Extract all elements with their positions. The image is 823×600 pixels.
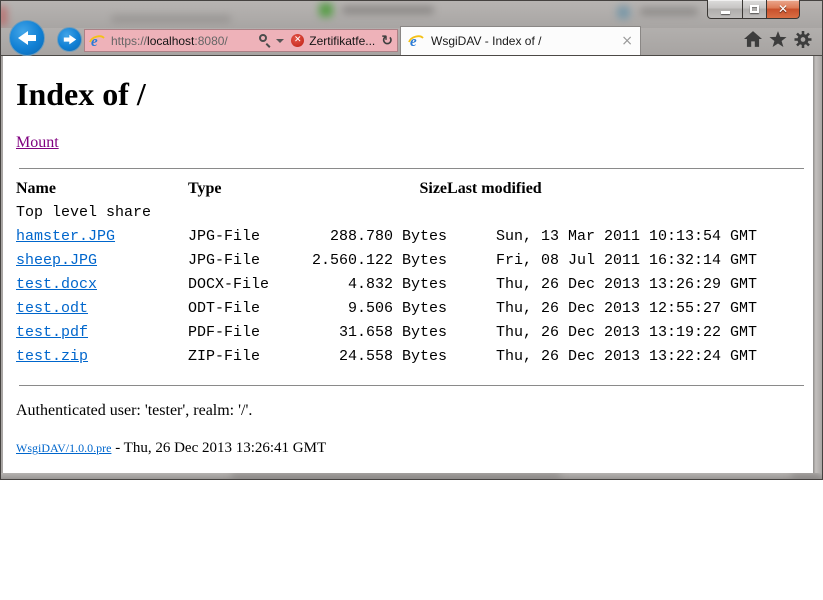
file-size: 2.560.122 Bytes xyxy=(312,249,447,273)
blurred-desktop-artifact xyxy=(617,6,630,19)
window-border-right xyxy=(813,56,823,473)
close-icon: ✕ xyxy=(778,3,788,15)
restore-icon xyxy=(750,5,759,13)
column-header-size: Size xyxy=(312,177,447,201)
page-title: Index of / xyxy=(16,76,807,113)
file-link[interactable]: test.odt xyxy=(16,300,88,317)
table-row: test.docx DOCX-File 4.832 Bytes Thu, 26 … xyxy=(16,273,757,297)
share-note: Top level share xyxy=(16,201,757,225)
file-type: ODT-File xyxy=(188,297,312,321)
file-type: ZIP-File xyxy=(188,345,312,369)
table-row: hamster.JPG JPG-File 288.780 Bytes Sun, … xyxy=(16,225,757,249)
wsgidav-server-link[interactable]: WsgiDAV/1.0.0.pre xyxy=(16,441,111,455)
divider xyxy=(19,168,804,169)
mount-line: Mount xyxy=(16,134,807,152)
browser-tab[interactable]: e WsgiDAV - Index of / × xyxy=(400,26,641,55)
certificate-error-label: Zertifikatfe... xyxy=(309,34,375,48)
ie-favicon: e xyxy=(408,33,424,49)
file-size: 24.558 Bytes xyxy=(312,345,447,369)
share-note-row: Top level share xyxy=(16,201,757,225)
close-button[interactable]: ✕ xyxy=(766,0,800,19)
file-link[interactable]: test.zip xyxy=(16,348,88,365)
tools-button[interactable] xyxy=(794,31,812,48)
authenticated-user-line: Authenticated user: 'tester', realm: '/'… xyxy=(16,402,807,420)
blurred-desktop-artifact xyxy=(791,473,821,480)
page-content: Index of / Mount Name Type Size Last mod… xyxy=(3,56,813,473)
file-modified: Sun, 13 Mar 2011 10:13:54 GMT xyxy=(447,225,757,249)
file-link[interactable]: test.pdf xyxy=(16,324,88,341)
directory-listing-table: Name Type Size Last modified Top level s… xyxy=(16,177,757,369)
file-modified: Thu, 26 Dec 2013 13:22:24 GMT xyxy=(447,345,757,369)
refresh-icon[interactable]: ↻ xyxy=(381,34,393,48)
blurred-desktop-artifact xyxy=(111,15,231,23)
blurred-desktop-artifact xyxy=(231,473,561,480)
file-link[interactable]: sheep.JPG xyxy=(16,252,97,269)
blurred-desktop-artifact xyxy=(640,8,698,15)
file-modified: Fri, 08 Jul 2011 16:32:14 GMT xyxy=(447,249,757,273)
window-titlebar xyxy=(0,0,823,28)
file-link[interactable]: test.docx xyxy=(16,276,97,293)
server-footer-line: WsgiDAV/1.0.0.pre - Thu, 26 Dec 2013 13:… xyxy=(16,440,807,457)
ie-favicon: e xyxy=(89,33,105,49)
footer-timestamp: - Thu, 26 Dec 2013 13:26:41 GMT xyxy=(111,440,326,456)
table-row: test.pdf PDF-File 31.658 Bytes Thu, 26 D… xyxy=(16,321,757,345)
file-link[interactable]: hamster.JPG xyxy=(16,228,115,245)
favorites-button[interactable] xyxy=(769,31,787,48)
back-arrow-icon xyxy=(17,30,37,46)
blurred-desktop-artifact xyxy=(319,3,333,17)
table-header-row: Name Type Size Last modified xyxy=(16,177,757,201)
table-row: sheep.JPG JPG-File 2.560.122 Bytes Fri, … xyxy=(16,249,757,273)
certificate-error-icon: ✕ xyxy=(291,34,304,47)
tab-title: WsgiDAV - Index of / xyxy=(431,34,621,48)
file-size: 4.832 Bytes xyxy=(312,273,447,297)
tab-close-icon[interactable]: × xyxy=(621,34,633,48)
column-header-type: Type xyxy=(188,177,312,201)
table-row: test.odt ODT-File 9.506 Bytes Thu, 26 De… xyxy=(16,297,757,321)
minimize-icon xyxy=(721,11,730,14)
forward-arrow-icon xyxy=(63,34,77,45)
blurred-desktop-artifact xyxy=(813,156,823,196)
minimize-button[interactable] xyxy=(707,0,743,19)
search-dropdown-icon[interactable] xyxy=(276,39,284,43)
certificate-error-button[interactable]: ✕ Zertifikatfe... xyxy=(291,34,375,48)
blurred-desktop-artifact xyxy=(0,6,7,26)
mount-link[interactable]: Mount xyxy=(16,134,59,151)
file-size: 288.780 Bytes xyxy=(312,225,447,249)
file-modified: Thu, 26 Dec 2013 13:26:29 GMT xyxy=(447,273,757,297)
search-icon[interactable] xyxy=(258,34,271,47)
column-header-name: Name xyxy=(16,177,188,201)
restore-button[interactable] xyxy=(742,0,767,19)
favorites-star-icon xyxy=(769,31,787,48)
file-type: PDF-File xyxy=(188,321,312,345)
divider xyxy=(19,385,804,386)
address-bar[interactable]: e https://localhost:8080/ ✕ Zertifikatfe… xyxy=(84,29,398,52)
tools-gear-icon xyxy=(794,31,812,48)
url-text: https://localhost:8080/ xyxy=(111,34,228,48)
blurred-desktop-artifact xyxy=(342,6,434,14)
file-type: DOCX-File xyxy=(188,273,312,297)
window-controls: ✕ xyxy=(708,0,800,19)
file-size: 31.658 Bytes xyxy=(312,321,447,345)
table-row: test.zip ZIP-File 24.558 Bytes Thu, 26 D… xyxy=(16,345,757,369)
file-size: 9.506 Bytes xyxy=(312,297,447,321)
column-header-modified: Last modified xyxy=(447,177,757,201)
forward-button[interactable] xyxy=(57,27,82,52)
home-button[interactable] xyxy=(744,31,762,48)
file-modified: Thu, 26 Dec 2013 12:55:27 GMT xyxy=(447,297,757,321)
file-type: JPG-File xyxy=(188,225,312,249)
home-icon xyxy=(744,31,762,48)
back-button[interactable] xyxy=(9,20,45,56)
file-modified: Thu, 26 Dec 2013 13:19:22 GMT xyxy=(447,321,757,345)
window-border-left xyxy=(0,56,3,473)
file-type: JPG-File xyxy=(188,249,312,273)
window-border-bottom xyxy=(0,473,823,480)
